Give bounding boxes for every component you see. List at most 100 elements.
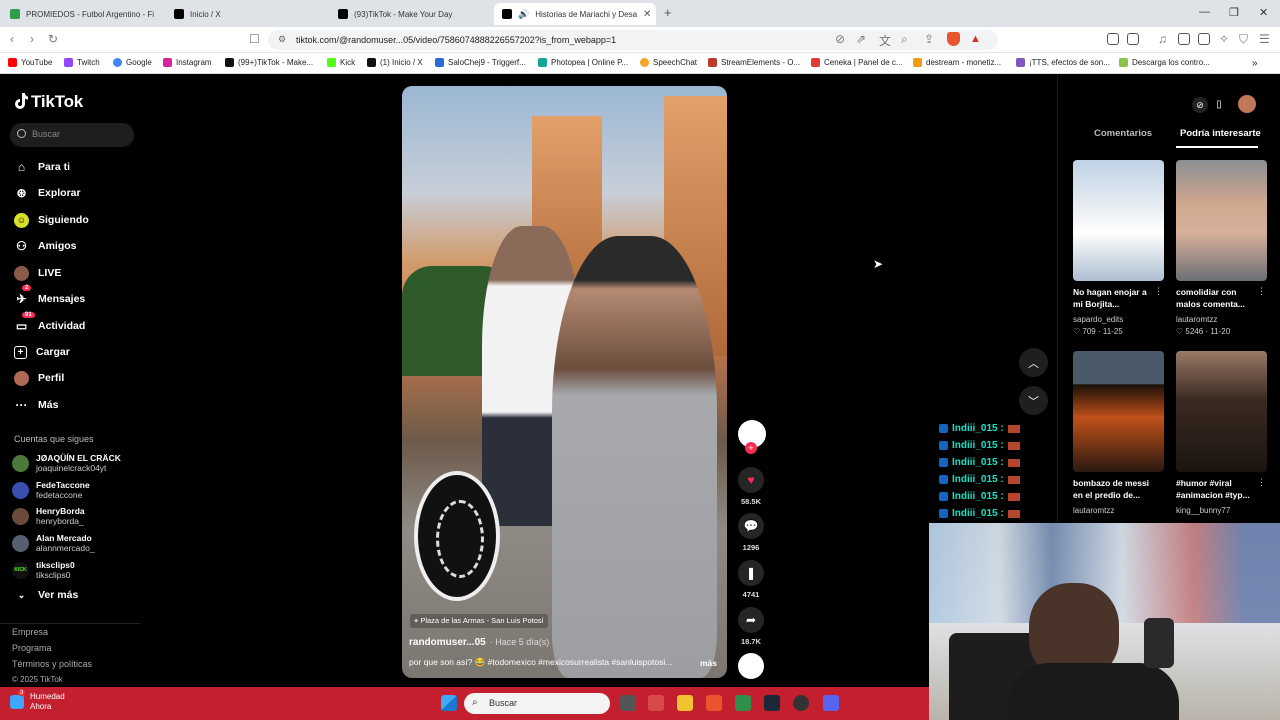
nav-for-you[interactable]: ⌂ Para ti	[14, 159, 70, 175]
translate-icon[interactable]: 文	[879, 32, 891, 49]
music-disc-button[interactable]	[738, 653, 764, 679]
nav-following[interactable]: ☺ Siguiendo	[14, 212, 89, 228]
video-player[interactable]: ⌖ Plaza de las Armas - San Luis Potosí r…	[402, 86, 727, 678]
zoom-icon[interactable]: ⌕	[901, 32, 908, 47]
comment-button[interactable]: 💬 1296	[738, 513, 764, 552]
open-app-icon[interactable]: ⇗	[856, 32, 866, 46]
following-account[interactable]: FedeTaccone fedetaccone	[12, 480, 90, 500]
footer-link-company[interactable]: Empresa	[12, 627, 48, 637]
device-icon[interactable]: ▯	[1211, 97, 1227, 113]
bookmark-destream[interactable]: destream - monetiz...	[913, 58, 1001, 67]
bookmark-ceneka[interactable]: Ceneka | Panel de c...	[811, 58, 903, 67]
following-account[interactable]: Alan Mercado alannmercado_	[12, 533, 95, 553]
wallet-icon-2[interactable]	[1198, 33, 1210, 45]
recommended-thumbnail[interactable]	[1073, 160, 1164, 281]
nav-friends[interactable]: ⚇ Amigos	[14, 238, 76, 254]
reload-icon[interactable]: ↻	[48, 32, 58, 46]
music-icon[interactable]: ♫	[1158, 32, 1167, 46]
see-more-button[interactable]: ⌄ Ver más	[14, 587, 79, 603]
thumbnail-caption[interactable]: #humor #viral #animacion #typ...	[1176, 477, 1261, 501]
maximize-button[interactable]: ❐	[1229, 6, 1239, 19]
browser-tab-tiktok[interactable]: (93)TikTok - Make Your Day	[330, 3, 490, 25]
browser-tab-active[interactable]: 🔊 Historias de Mariachi y Desa ✕	[494, 3, 656, 25]
recommended-thumbnail[interactable]	[1176, 160, 1267, 281]
browser-tab-x[interactable]: Inicio / X	[166, 3, 326, 25]
bookmark-instagram[interactable]: Instagram	[163, 58, 212, 67]
tab-comments[interactable]: Comentarios	[1094, 128, 1152, 139]
sidebar-icon[interactable]	[1178, 33, 1190, 45]
minimize-button[interactable]: —	[1199, 6, 1210, 18]
brave-rewards-icon[interactable]: ▲	[970, 33, 981, 45]
nav-messages[interactable]: ✈ 2 Mensajes	[14, 285, 85, 307]
extensions-icon[interactable]	[1107, 33, 1119, 45]
brave-shields-icon[interactable]	[947, 32, 960, 46]
back-icon[interactable]: ‹	[10, 32, 14, 46]
nav-more[interactable]: ··· Más	[14, 397, 59, 413]
bookmark-icon[interactable]: ☐	[249, 32, 260, 46]
footer-link-program[interactable]: Programa	[12, 643, 52, 653]
nav-activity[interactable]: ▭ 91 Actividad	[14, 312, 85, 334]
following-account[interactable]: KICK tiksclips0 tiksclips0	[12, 560, 75, 580]
bookmark-streamelements[interactable]: StreamElements - O...	[708, 58, 800, 67]
close-tab-icon[interactable]: ✕	[643, 9, 651, 20]
thumbnail-caption[interactable]: bombazo de messi en el predio de...	[1073, 477, 1158, 501]
vpn-icon[interactable]: ⛉	[1239, 32, 1248, 47]
steam-icon[interactable]	[764, 695, 780, 711]
bookmark-youtube[interactable]: YouTube	[8, 58, 52, 67]
share-icon[interactable]: ⇪	[924, 32, 934, 46]
windows-start-icon[interactable]	[441, 695, 457, 711]
video-location-tag[interactable]: ⌖ Plaza de las Armas - San Luis Potosí	[410, 614, 548, 628]
like-button[interactable]: ♥ 58.5K	[738, 467, 764, 506]
bookmark-photopea[interactable]: Photopea | Online P...	[538, 58, 628, 67]
save-button[interactable]: ❚ 4741	[738, 560, 764, 599]
following-account[interactable]: JØAQÜÍN EL CRÄCK joaquinelcrack04yt	[12, 453, 121, 473]
tab-recommended[interactable]: Podría interesarte	[1180, 128, 1261, 139]
task-view-icon[interactable]	[620, 695, 636, 711]
search-input[interactable]: Buscar	[10, 123, 134, 147]
bookmark-kick[interactable]: Kick	[327, 58, 355, 67]
footer-link-terms[interactable]: Términos y políticas	[12, 659, 92, 669]
bookmark-tiktok[interactable]: (99+)TikTok - Make...	[225, 58, 313, 67]
tiktok-logo[interactable]: TikTok	[14, 91, 83, 112]
bookmark-twitch[interactable]: Twitch	[64, 58, 100, 67]
taskbar-search[interactable]: ⌕ Buscar	[464, 693, 610, 714]
thumbnail-username[interactable]: king__bunny77	[1176, 506, 1230, 515]
more-options-icon[interactable]: ⋮	[1154, 286, 1163, 297]
brave-browser-icon[interactable]	[706, 695, 722, 711]
close-window-button[interactable]: ✕	[1259, 6, 1268, 19]
more-options-icon[interactable]: ⋮	[1257, 286, 1266, 297]
recommended-thumbnail[interactable]	[1176, 351, 1267, 472]
discord-icon[interactable]	[823, 695, 839, 711]
nav-profile[interactable]: Perfil	[14, 370, 64, 386]
forward-icon[interactable]: ›	[30, 32, 34, 46]
user-avatar[interactable]	[1238, 95, 1256, 113]
description-more-button[interactable]: más	[700, 658, 717, 668]
thumbnail-username[interactable]: lautaromtzz	[1073, 506, 1114, 515]
leo-ai-icon[interactable]: ✧	[1219, 32, 1229, 46]
share-button[interactable]: ➦ 18.7K	[738, 607, 764, 646]
recommended-thumbnail[interactable]	[1073, 351, 1164, 472]
file-explorer-icon[interactable]	[677, 695, 693, 711]
bookmark-triggerfyre[interactable]: SaloChej9 - Triggerf...	[435, 58, 526, 67]
wallet-icon[interactable]	[1127, 33, 1139, 45]
media-icon[interactable]: ⊘	[835, 32, 845, 46]
bookmark-tts[interactable]: ¡TTS, efectos de son...	[1016, 58, 1110, 67]
new-tab-button[interactable]: +	[664, 5, 672, 20]
thumbnail-caption[interactable]: comolidiar con malos comenta...	[1176, 286, 1261, 310]
author-avatar-button[interactable]: +	[738, 420, 766, 454]
thumbnail-username[interactable]: sapardo_edits	[1073, 315, 1123, 324]
previous-video-button[interactable]: ︿	[1019, 348, 1048, 377]
nav-upload[interactable]: + Cargar	[14, 344, 70, 360]
coin-icon[interactable]: ⊘	[1192, 97, 1208, 113]
menu-icon[interactable]: ☰	[1259, 32, 1270, 46]
bookmark-x[interactable]: (1) Inicio / X	[367, 58, 423, 67]
nav-live[interactable]: LIVE	[14, 265, 61, 281]
video-author[interactable]: randomuser...05 · Hace 5 día(s)	[409, 637, 549, 648]
store-icon[interactable]	[648, 695, 664, 711]
site-settings-icon[interactable]: ⚙	[278, 34, 286, 45]
weather-widget[interactable]: 3 Humedad Ahora	[10, 690, 65, 712]
following-account[interactable]: HenryBorda henryborda_	[12, 506, 85, 526]
more-options-icon[interactable]: ⋮	[1257, 477, 1266, 488]
more-bookmarks-icon[interactable]: »	[1252, 58, 1258, 69]
nav-explore[interactable]: ⊛ Explorar	[14, 185, 80, 201]
